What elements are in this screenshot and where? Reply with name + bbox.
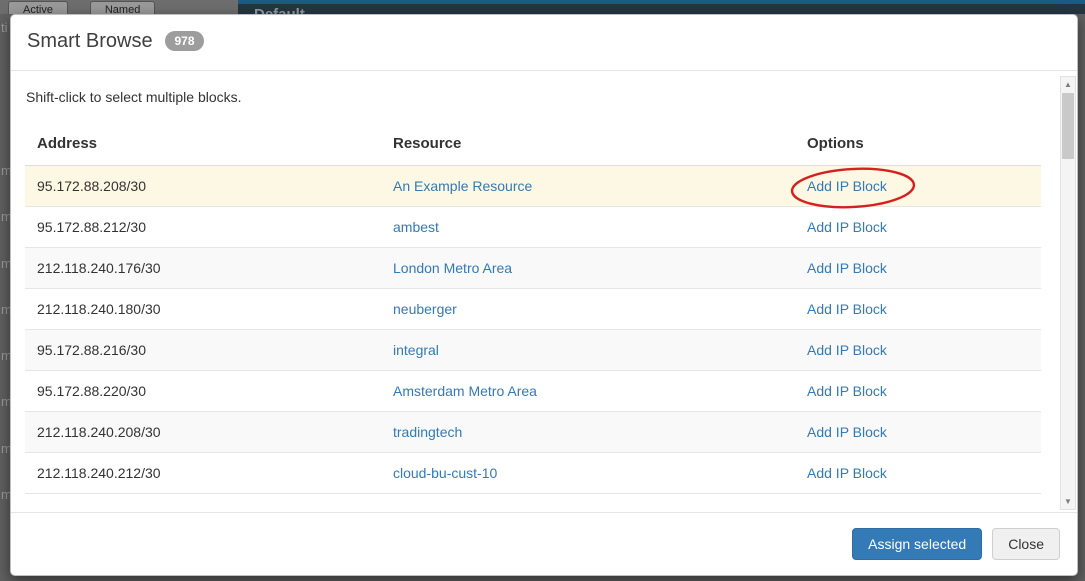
background-tab-active: Active	[8, 1, 68, 14]
resource-link[interactable]: An Example Resource	[393, 178, 532, 194]
background-header-fragment: Default	[254, 6, 305, 14]
add-ip-block-link[interactable]: Add IP Block	[807, 383, 887, 399]
smart-browse-modal: Smart Browse 978 Shift-click to select m…	[10, 14, 1078, 576]
table-row[interactable]: 95.172.88.208/30 An Example Resource Add…	[25, 166, 1041, 207]
scrollbar-thumb[interactable]	[1062, 93, 1074, 159]
address-cell: 212.118.240.176/30	[25, 248, 381, 289]
resource-link[interactable]: neuberger	[393, 301, 457, 317]
resource-link[interactable]: cloud-bu-cust-10	[393, 465, 497, 481]
assign-selected-button[interactable]: Assign selected	[852, 528, 982, 560]
address-cell: 212.118.240.212/30	[25, 453, 381, 494]
modal-body: Shift-click to select multiple blocks. A…	[11, 71, 1077, 514]
table-row[interactable]: 212.118.240.212/30 cloud-bu-cust-10 Add …	[25, 453, 1041, 494]
column-header-options: Options	[795, 125, 1041, 166]
modal-footer: Assign selected Close	[11, 512, 1077, 575]
address-cell: 95.172.88.220/30	[25, 371, 381, 412]
add-ip-block-link[interactable]: Add IP Block	[807, 301, 887, 317]
address-cell: 95.172.88.212/30	[25, 207, 381, 248]
table-row[interactable]: 212.118.240.180/30 neuberger Add IP Bloc…	[25, 289, 1041, 330]
add-ip-block-link[interactable]: Add IP Block	[807, 178, 887, 194]
resource-link[interactable]: tradingtech	[393, 424, 462, 440]
modal-scrollbar[interactable]: ▲ ▼	[1060, 76, 1076, 510]
background-tab-named: Named	[90, 1, 155, 14]
background-text-fragment: ti	[1, 20, 8, 35]
resource-link[interactable]: Amsterdam Metro Area	[393, 383, 537, 399]
scroll-up-icon[interactable]: ▲	[1061, 77, 1075, 92]
column-header-resource: Resource	[381, 125, 795, 166]
count-badge: 978	[165, 31, 203, 51]
modal-header: Smart Browse 978	[11, 15, 1077, 71]
scroll-down-icon[interactable]: ▼	[1061, 494, 1075, 509]
screen: Active Named Default ti m m m m m m m m …	[0, 0, 1085, 581]
modal-title: Smart Browse	[27, 30, 153, 52]
add-ip-block-link[interactable]: Add IP Block	[807, 260, 887, 276]
table-row[interactable]: 212.118.240.176/30 London Metro Area Add…	[25, 248, 1041, 289]
address-cell: 95.172.88.216/30	[25, 330, 381, 371]
address-cell: 212.118.240.180/30	[25, 289, 381, 330]
blocks-table: Address Resource Options 95.172.88.208/3…	[25, 125, 1041, 494]
background-topbar: Active Named Default	[0, 0, 1085, 14]
table-header-row: Address Resource Options	[25, 125, 1041, 166]
address-cell: 212.118.240.208/30	[25, 412, 381, 453]
add-ip-block-link[interactable]: Add IP Block	[807, 465, 887, 481]
resource-link[interactable]: ambest	[393, 219, 439, 235]
add-ip-block-link[interactable]: Add IP Block	[807, 342, 887, 358]
table-row[interactable]: 95.172.88.220/30 Amsterdam Metro Area Ad…	[25, 371, 1041, 412]
add-ip-block-link[interactable]: Add IP Block	[807, 424, 887, 440]
hint-text: Shift-click to select multiple blocks.	[26, 89, 1077, 105]
column-header-address: Address	[25, 125, 381, 166]
address-cell: 95.172.88.208/30	[25, 166, 381, 207]
resource-link[interactable]: integral	[393, 342, 439, 358]
table-row[interactable]: 95.172.88.212/30 ambest Add IP Block	[25, 207, 1041, 248]
resource-link[interactable]: London Metro Area	[393, 260, 512, 276]
add-ip-block-link[interactable]: Add IP Block	[807, 219, 887, 235]
table-row[interactable]: 95.172.88.216/30 integral Add IP Block	[25, 330, 1041, 371]
table-row[interactable]: 212.118.240.208/30 tradingtech Add IP Bl…	[25, 412, 1041, 453]
close-button[interactable]: Close	[992, 528, 1060, 560]
background-header-bar: Default	[238, 0, 1085, 14]
